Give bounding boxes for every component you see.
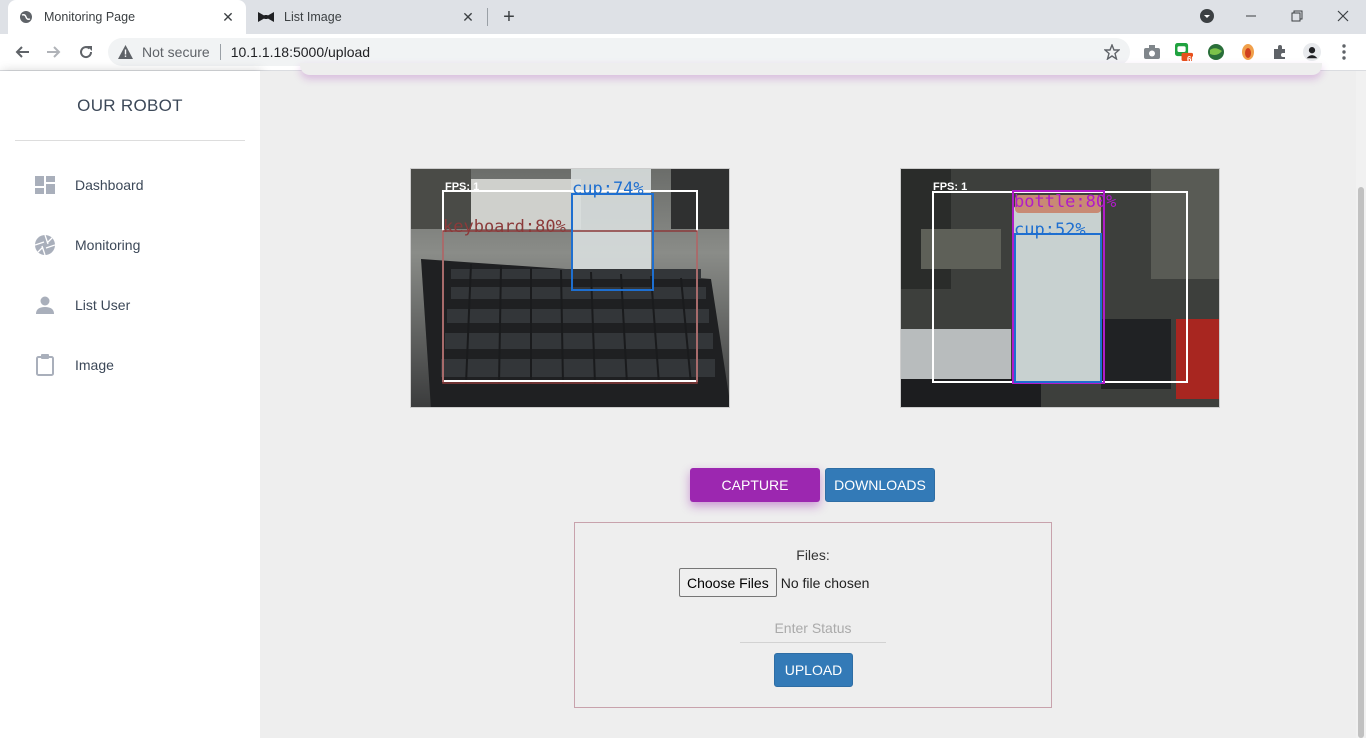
status-input[interactable] bbox=[740, 613, 886, 643]
forward-button[interactable] bbox=[41, 39, 67, 65]
detection-label-cup: cup:52% bbox=[1014, 220, 1086, 240]
close-window-button[interactable] bbox=[1320, 0, 1366, 32]
camera-feed-2: FPS: 1 bottle:80% cup:52% bbox=[900, 168, 1220, 408]
chevron-down-icon bbox=[1200, 9, 1214, 23]
file-status-text: No file chosen bbox=[780, 574, 870, 591]
tab-separator bbox=[487, 8, 488, 26]
fox-extension-icon[interactable] bbox=[1239, 43, 1257, 61]
globe-icon bbox=[18, 9, 34, 25]
restore-button[interactable] bbox=[1274, 0, 1320, 32]
warning-icon bbox=[118, 45, 134, 59]
close-icon[interactable]: ✕ bbox=[460, 9, 476, 25]
detection-label-bottle: bottle:80% bbox=[1014, 192, 1116, 212]
new-tab-button[interactable]: + bbox=[498, 6, 520, 28]
downloads-button[interactable]: DOWNLOADS bbox=[825, 468, 935, 502]
address-bar[interactable]: Not secure 10.1.1.18:5000/upload bbox=[108, 38, 1130, 66]
sidebar-item-label: Monitoring bbox=[75, 237, 141, 253]
capture-button[interactable]: CAPTURE bbox=[690, 468, 820, 502]
camera-shutter-icon bbox=[34, 234, 56, 256]
tab-title: Monitoring Page bbox=[44, 10, 136, 24]
choose-files-button[interactable]: Choose Files bbox=[679, 568, 777, 597]
sidebar-item-list-user[interactable]: List User bbox=[34, 290, 254, 320]
url-text[interactable]: 10.1.1.18:5000/upload bbox=[231, 44, 370, 60]
sidebar-item-image[interactable]: Image bbox=[34, 350, 254, 380]
main-content: FPS: 1 cup:74% keyboard:80% FPS: 1 bottl… bbox=[260, 63, 1356, 738]
globe-extension-icon[interactable] bbox=[1207, 43, 1225, 61]
puzzle-extensions-icon[interactable] bbox=[1271, 43, 1289, 61]
sidebar-item-dashboard[interactable]: Dashboard bbox=[34, 170, 254, 200]
camera-feed-1: FPS: 1 cup:74% keyboard:80% bbox=[410, 168, 730, 408]
back-button[interactable] bbox=[9, 39, 35, 65]
person-icon bbox=[34, 294, 56, 316]
sidebar-item-label: List User bbox=[75, 297, 131, 313]
bookmark-star-icon[interactable] bbox=[1103, 43, 1121, 63]
dashboard-icon bbox=[34, 174, 56, 196]
close-icon[interactable]: ✕ bbox=[220, 9, 236, 25]
files-label: Files: bbox=[796, 547, 830, 563]
minimize-button[interactable] bbox=[1228, 0, 1274, 32]
sidebar-item-label: Image bbox=[75, 357, 114, 373]
upload-button[interactable]: UPLOAD bbox=[774, 653, 853, 687]
camera-extension-icon[interactable] bbox=[1143, 43, 1161, 61]
reload-icon bbox=[80, 46, 93, 59]
menu-kebab-icon[interactable] bbox=[1335, 43, 1353, 61]
detection-label-cup: cup:74% bbox=[572, 179, 644, 199]
browser-tab-bar: Monitoring Page ✕ List Image ✕ + bbox=[0, 0, 1366, 34]
tab-title: List Image bbox=[284, 10, 342, 24]
scrollbar-thumb[interactable] bbox=[1358, 187, 1364, 738]
divider bbox=[15, 140, 245, 141]
sidebar-item-monitoring[interactable]: Monitoring bbox=[34, 230, 254, 260]
profile-avatar-icon[interactable] bbox=[1303, 43, 1321, 61]
sidebar-item-label: Dashboard bbox=[75, 177, 144, 193]
tab-monitoring-page[interactable]: Monitoring Page ✕ bbox=[8, 0, 246, 34]
divider bbox=[219, 44, 221, 60]
file-input: Choose Files No file chosen bbox=[679, 568, 869, 597]
arrow-right-icon bbox=[47, 46, 61, 58]
clipboard-icon bbox=[34, 354, 56, 376]
scrollbar[interactable] bbox=[1356, 71, 1366, 738]
navbar bbox=[300, 63, 1322, 75]
upload-form: Files: Choose Files No file chosen UPLOA… bbox=[574, 522, 1052, 708]
tab-search-button[interactable] bbox=[1184, 0, 1230, 32]
security-status[interactable]: Not secure bbox=[142, 44, 210, 60]
bowtie-icon bbox=[258, 9, 274, 25]
arrow-left-icon bbox=[15, 46, 29, 58]
reload-button[interactable] bbox=[73, 39, 99, 65]
fps-label: FPS: 1 bbox=[933, 181, 967, 193]
sidebar: OUR ROBOT Dashboard Monitoring List User… bbox=[0, 71, 260, 738]
chat-extension-icon[interactable]: 60 bbox=[1175, 43, 1196, 64]
tab-list-image[interactable]: List Image ✕ bbox=[248, 0, 486, 34]
brand-title[interactable]: OUR ROBOT bbox=[0, 96, 260, 116]
detection-label-keyboard: keyboard:80% bbox=[443, 217, 566, 237]
fps-label: FPS: 1 bbox=[445, 181, 479, 193]
